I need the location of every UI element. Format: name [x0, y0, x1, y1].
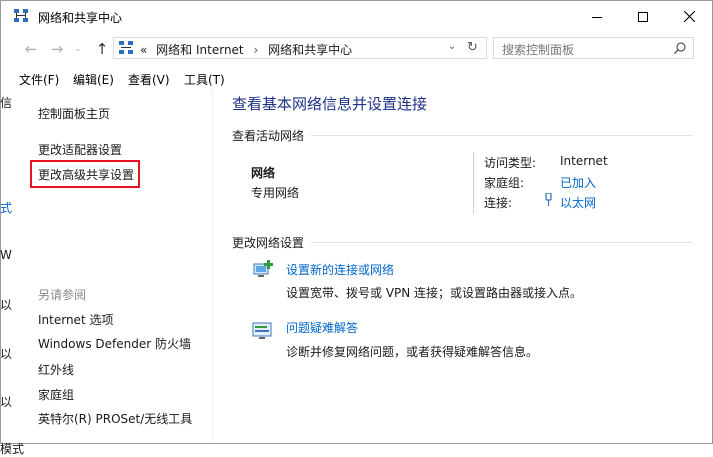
- setup-new-connection-description: 设置宽带、拨号或 VPN 连接；或设置路由器或接入点。: [286, 286, 583, 300]
- homegroup-label: 家庭组:: [484, 176, 525, 190]
- network-icon: [13, 9, 29, 23]
- search-box[interactable]: 搜索控制面板: [493, 37, 694, 59]
- change-network-settings-label: 更改网络设置: [232, 236, 305, 250]
- breadcrumb-overflow[interactable]: «: [140, 43, 147, 57]
- change-adapter-settings-link[interactable]: 更改适配器设置: [38, 141, 122, 158]
- up-arrow-icon: ↑: [95, 40, 109, 58]
- breadcrumb-sharing-center[interactable]: 网络和共享中心: [268, 43, 352, 57]
- scrollbar[interactable]: [702, 91, 712, 441]
- window-title: 网络和共享中心: [38, 11, 123, 25]
- windows-defender-firewall-link[interactable]: Windows Defender 防火墙: [38, 335, 191, 352]
- homegroup-link[interactable]: 家庭组: [38, 386, 74, 403]
- menu-view[interactable]: 查看(V): [128, 71, 170, 88]
- active-networks-label: 查看活动网络: [232, 129, 305, 143]
- control-panel-home-link[interactable]: 控制面板主页: [38, 105, 110, 122]
- title-bar[interactable]: 网络和共享中心: [1, 1, 712, 32]
- maximize-icon: [638, 11, 648, 22]
- minimize-icon: [592, 16, 602, 18]
- background-window-text: 式: [0, 201, 13, 215]
- back-arrow-icon: ←: [24, 40, 38, 58]
- refresh-icon[interactable]: ↻: [467, 40, 478, 55]
- intel-proset-wireless-link[interactable]: 英特尔(R) PROSet/无线工具: [38, 410, 192, 427]
- forward-arrow-icon: →: [50, 40, 64, 58]
- back-button[interactable]: ←: [21, 39, 41, 59]
- background-window-text: 以: [0, 395, 13, 409]
- minimize-button[interactable]: [574, 1, 620, 32]
- search-icon[interactable]: [674, 42, 686, 57]
- breadcrumb: « 网络和 Internet › 网络和共享中心: [140, 41, 352, 58]
- search-input[interactable]: 搜索控制面板: [502, 41, 574, 58]
- breadcrumb-separator[interactable]: ›: [253, 43, 258, 57]
- network-type: 专用网络: [251, 186, 300, 200]
- infrared-link[interactable]: 红外线: [38, 361, 74, 378]
- forward-button[interactable]: →: [47, 39, 67, 59]
- section-divider: [311, 135, 693, 136]
- background-window-text: 以: [0, 347, 13, 361]
- page-title: 查看基本网络信息并设置连接: [232, 95, 428, 113]
- ethernet-connection-link[interactable]: 以太网: [560, 194, 596, 211]
- up-button[interactable]: ↑: [92, 39, 112, 59]
- background-window-text: W: [0, 248, 12, 262]
- homegroup-joined-link[interactable]: 已加入: [560, 174, 596, 191]
- background-window-text: 以: [0, 298, 13, 312]
- menu-tools[interactable]: 工具(T): [184, 71, 225, 88]
- section-divider: [311, 242, 693, 243]
- address-dropdown-icon[interactable]: ⌄: [448, 41, 456, 52]
- menu-file[interactable]: 文件(F): [19, 71, 59, 88]
- highlight-box: [30, 160, 140, 188]
- troubleshoot-description: 诊断并修复网络问题，或者获得疑难解答信息。: [286, 345, 539, 359]
- menu-edit[interactable]: 编辑(E): [73, 71, 114, 88]
- menu-bar: 文件(F) 编辑(E) 查看(V) 工具(T): [1, 67, 712, 89]
- background-window-text: 信: [0, 96, 13, 110]
- access-type-value: Internet: [560, 154, 608, 168]
- control-panel-window: 网络和共享中心 ← → ⌄ ↑ « 网络和 Internet › 网络和共享中心…: [0, 0, 713, 444]
- close-button[interactable]: [666, 1, 712, 32]
- recent-locations-button[interactable]: ⌄: [71, 39, 85, 59]
- see-also-label: 另请参阅: [38, 288, 87, 302]
- setup-new-connection-link[interactable]: 设置新的连接或网络: [286, 261, 394, 278]
- maximize-button[interactable]: [620, 1, 666, 32]
- access-type-label: 访问类型:: [484, 156, 537, 170]
- control-panel-icon: [118, 41, 134, 55]
- network-divider: [473, 152, 474, 214]
- troubleshoot-icon: [251, 320, 275, 342]
- new-connection-icon: [251, 259, 275, 281]
- close-icon: [683, 11, 695, 22]
- chevron-down-icon: ⌄: [74, 44, 82, 54]
- troubleshoot-link[interactable]: 问题疑难解答: [286, 319, 358, 336]
- internet-options-link[interactable]: Internet 选项: [38, 311, 113, 328]
- ethernet-icon: [544, 192, 553, 210]
- connection-label: 连接:: [484, 196, 513, 210]
- breadcrumb-network-internet[interactable]: 网络和 Internet: [156, 43, 243, 57]
- background-window-text: 模式: [0, 442, 25, 456]
- address-bar[interactable]: « 网络和 Internet › 网络和共享中心 ⌄ ↻: [113, 37, 487, 59]
- network-name: 网络: [251, 166, 276, 180]
